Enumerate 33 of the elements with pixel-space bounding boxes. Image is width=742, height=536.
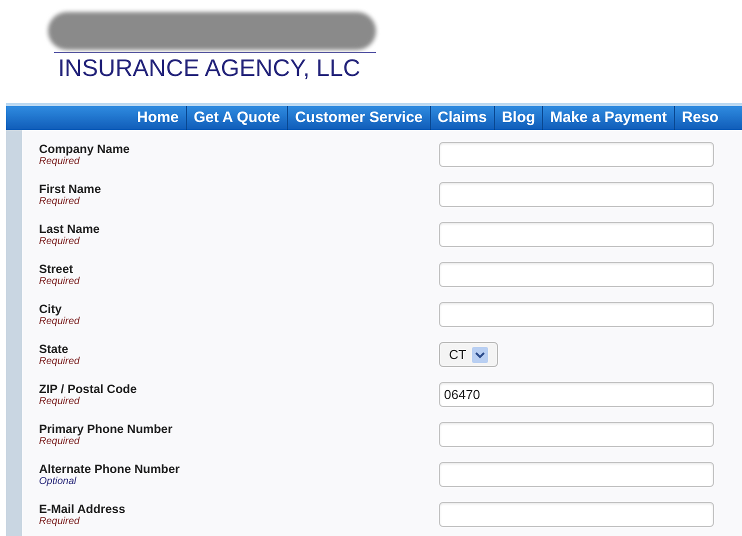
field-note: Required — [39, 516, 81, 528]
field-label: State — [39, 342, 70, 356]
field-label: Street — [39, 262, 74, 276]
input-field[interactable] — [439, 262, 714, 287]
field-label: E-Mail Address — [39, 502, 126, 516]
field-label: ZIP / Postal Code — [39, 382, 138, 396]
field-label: Primary Phone Number — [39, 422, 174, 436]
nav-link[interactable]: Home — [130, 106, 186, 130]
state-dropdown[interactable]: CT — [439, 342, 498, 367]
input-field[interactable] — [439, 502, 714, 527]
field-label: First Name — [39, 182, 102, 196]
input-field[interactable] — [439, 462, 714, 487]
field-note: Required — [39, 276, 81, 288]
field-label: Last Name — [39, 222, 101, 236]
field-note: Required — [39, 156, 81, 168]
field-label: Company Name — [39, 142, 131, 156]
logo-subtitle: INSURANCE AGENCY, LLC — [58, 55, 362, 83]
input-field[interactable] — [439, 182, 714, 207]
input-field[interactable] — [439, 422, 714, 447]
field-label: City — [39, 302, 63, 316]
field-note: Required — [39, 356, 81, 368]
input-field[interactable] — [439, 142, 714, 167]
field-note: Required — [39, 396, 81, 408]
input-field[interactable]: 06470 — [439, 382, 714, 407]
field-note: Required — [39, 196, 81, 208]
field-label: Alternate Phone Number — [39, 462, 181, 476]
field-note: Required — [39, 316, 81, 328]
field-note: Optional — [39, 476, 78, 488]
input-field[interactable] — [439, 302, 714, 327]
chevron-down-icon — [472, 346, 488, 362]
input-field[interactable] — [439, 222, 714, 247]
field-note: Required — [39, 236, 81, 248]
field-note: Required — [39, 436, 81, 448]
